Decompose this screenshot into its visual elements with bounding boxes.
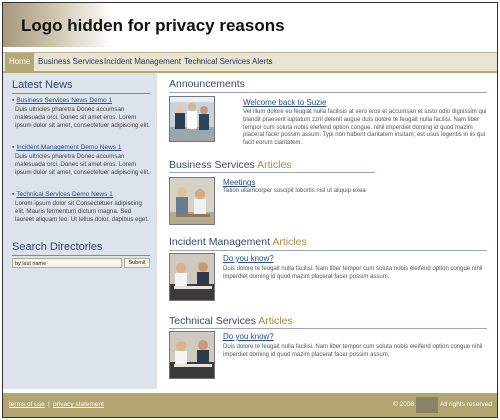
- page-frame: Logo hidden for privacy reasons Home Bus…: [2, 2, 498, 418]
- section-title-technical-services: Technical Services Articles: [169, 315, 293, 327]
- section-title-accent: Articles: [258, 315, 293, 327]
- nav-alerts[interactable]: Alerts: [252, 53, 272, 71]
- main-content: Announcements Welcome back to Suzie Vel …: [161, 73, 493, 389]
- article-heading-link[interactable]: Welcome back to Suzie: [243, 98, 326, 107]
- search-submit-button[interactable]: Submit: [124, 258, 150, 268]
- bullet-icon: ▪: [12, 144, 15, 151]
- article-body: Duis dolore te feugait nulla facilisi. N…: [223, 344, 483, 358]
- latest-news-title: Latest News: [12, 79, 73, 91]
- news-link-label[interactable]: Technical Services Demo News 1: [16, 191, 112, 198]
- technical-services-photo: [169, 331, 215, 379]
- news-link[interactable]: ▪ Business Services News Demo 1: [12, 97, 112, 104]
- nav-home[interactable]: Home: [5, 53, 35, 71]
- section-title-accent: Articles: [272, 236, 307, 248]
- logo-text[interactable]: Logo hidden for privacy reasons: [21, 16, 285, 36]
- article-heading-link[interactable]: Do you know?: [223, 254, 274, 263]
- section-title-announcements: Announcements: [169, 78, 245, 90]
- article-body: Duis dolore te feugait nulla facilisi. N…: [223, 266, 483, 280]
- section-title-text: Technical Services: [169, 315, 259, 327]
- footer-logo-placeholder: [416, 397, 438, 413]
- news-link-label[interactable]: Incident Management Demo News 1: [16, 144, 121, 151]
- news-summary: Duis ultricies pharetra Donec accumsan m…: [15, 106, 150, 129]
- news-summary: Duis ultricies pharetra Donec accumsan m…: [15, 153, 150, 176]
- section-title-text: Business Services: [169, 159, 258, 171]
- section-title-text: Announcements: [169, 78, 245, 90]
- sidebar: Latest News ▪ Business Services News Demo…: [3, 73, 157, 389]
- footer: terms of use | privacy statement © 2008 …: [3, 393, 497, 417]
- nav-incident-management[interactable]: Incident Management: [104, 53, 181, 71]
- article-heading-link[interactable]: Meetings: [223, 178, 255, 187]
- news-summary: Lorem ipsum dolor sit Consectetuer adipi…: [15, 200, 149, 223]
- copyright-year: © 2008: [393, 401, 415, 408]
- bullet-icon: ▪: [12, 191, 15, 198]
- incident-management-photo: [169, 253, 215, 301]
- divider: [169, 328, 487, 329]
- divider: [169, 250, 487, 251]
- article-body: Tation ullamcorper suscipit lobortis nis…: [223, 188, 366, 194]
- copyright-rights: All rights reserved: [440, 401, 493, 408]
- section-title-accent: Articles: [257, 159, 292, 171]
- privacy-statement-link[interactable]: privacy statement: [53, 401, 104, 408]
- section-title-text: Incident Management: [169, 236, 273, 248]
- footer-separator: |: [48, 401, 50, 408]
- divider: [12, 93, 150, 94]
- terms-of-use-link[interactable]: terms of use: [9, 401, 45, 408]
- search-directories-title: Search Directories: [12, 241, 103, 253]
- nav-technical-services[interactable]: Technical Services: [184, 53, 250, 71]
- divider: [169, 172, 375, 173]
- article-body: Vel illum dolore eu feugiat nulla facili…: [243, 109, 487, 147]
- section-title-business-services: Business Services Articles: [169, 159, 292, 171]
- top-nav: Home Business Services Incident Manageme…: [3, 52, 497, 73]
- bullet-icon: ▪: [12, 97, 15, 104]
- business-services-photo: [169, 177, 215, 225]
- divider: [12, 255, 150, 256]
- divider: [169, 92, 487, 93]
- nav-business-services[interactable]: Business Services: [38, 53, 103, 71]
- article-heading-link[interactable]: Do you know?: [223, 332, 274, 341]
- news-link[interactable]: ▪ Technical Services Demo News 1: [12, 191, 113, 198]
- header: Logo hidden for privacy reasons: [3, 3, 497, 51]
- announcement-photo: [169, 96, 215, 142]
- section-title-incident-management: Incident Management Articles: [169, 236, 307, 248]
- news-link[interactable]: ▪ Incident Management Demo News 1: [12, 144, 121, 151]
- search-input[interactable]: by last name: [12, 258, 122, 268]
- news-link-label[interactable]: Business Services News Demo 1: [16, 97, 112, 104]
